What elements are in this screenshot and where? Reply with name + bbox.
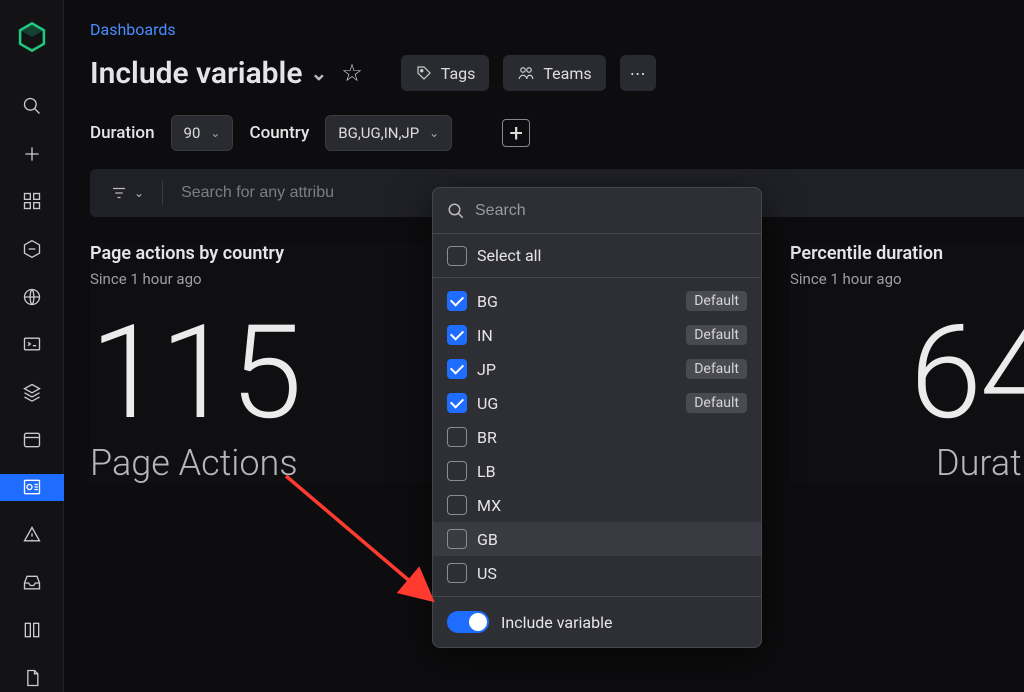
country-option-US[interactable]: US	[433, 556, 761, 590]
default-badge: Default	[686, 291, 747, 311]
country-checkbox[interactable]	[447, 393, 467, 413]
nav-docs[interactable]	[0, 664, 64, 692]
country-option-LB[interactable]: LB	[433, 454, 761, 488]
country-option-MX[interactable]: MX	[433, 488, 761, 522]
nav-window[interactable]	[0, 426, 64, 454]
dashboard-title[interactable]: Include variable ⌄	[90, 56, 327, 91]
country-code-label: MX	[477, 496, 501, 515]
country-code-label: BG	[477, 292, 498, 311]
nav-browser[interactable]	[0, 283, 64, 311]
favorite-star-icon[interactable]: ☆	[341, 59, 363, 87]
country-checkbox[interactable]	[447, 563, 467, 583]
dropdown-search-input[interactable]	[475, 202, 747, 220]
country-option-BG[interactable]: BG Default	[433, 284, 761, 318]
country-select[interactable]: BG,UG,IN,JP ⌄	[325, 115, 452, 151]
breadcrumb-dashboards[interactable]: Dashboards	[90, 20, 1024, 39]
select-all-row[interactable]: Select all	[433, 234, 761, 278]
search-icon	[447, 202, 465, 220]
country-checkbox[interactable]	[447, 359, 467, 379]
nav-apps[interactable]	[0, 187, 64, 215]
plus-icon: +	[509, 119, 523, 147]
country-label: Country	[249, 123, 309, 143]
country-code-label: US	[477, 564, 497, 583]
country-checkbox[interactable]	[447, 461, 467, 481]
funnel-icon	[110, 184, 128, 202]
country-option-GB[interactable]: GB	[433, 522, 761, 556]
widget-card: Percentile duration Since 1 hour ago 64 …	[790, 243, 1024, 484]
nav-add[interactable]	[0, 140, 64, 168]
country-code-label: BR	[477, 428, 497, 447]
widget-title: Percentile duration	[790, 243, 1024, 264]
country-code-label: LB	[477, 462, 496, 481]
add-variable-button[interactable]: +	[502, 119, 530, 147]
more-menu-button[interactable]: ⋯	[620, 55, 656, 91]
teams-label: Teams	[543, 64, 591, 83]
duration-label: Duration	[90, 123, 155, 143]
default-badge: Default	[686, 325, 747, 345]
country-option-IN[interactable]: IN Default	[433, 318, 761, 352]
country-option-JP[interactable]: JP Default	[433, 352, 761, 386]
country-option-UG[interactable]: UG Default	[433, 386, 761, 420]
country-option-BR[interactable]: BR	[433, 420, 761, 454]
default-badge: Default	[686, 359, 747, 379]
dashboard-title-text: Include variable	[90, 56, 303, 91]
select-all-checkbox[interactable]	[447, 246, 467, 266]
country-checkbox[interactable]	[447, 529, 467, 549]
include-variable-label: Include variable	[501, 613, 612, 632]
country-dropdown-panel: Select all BGDefaultINDefaultJPDefaultUG…	[432, 187, 762, 648]
nav-layers[interactable]	[0, 378, 64, 406]
duration-value: 90	[184, 124, 201, 142]
tags-label: Tags	[441, 64, 476, 83]
chevron-down-icon: ⌄	[134, 186, 144, 200]
app-logo	[15, 20, 49, 54]
nav-entity[interactable]	[0, 235, 64, 263]
country-code-label: IN	[477, 326, 493, 345]
country-code-label: JP	[477, 360, 496, 379]
nav-search[interactable]	[0, 92, 64, 120]
nav-library[interactable]	[0, 617, 64, 645]
nav-inbox[interactable]	[0, 569, 64, 597]
country-code-label: UG	[477, 394, 498, 413]
chevron-down-icon: ⌄	[429, 126, 439, 140]
country-value: BG,UG,IN,JP	[338, 124, 419, 142]
default-badge: Default	[686, 393, 747, 413]
left-nav-rail	[0, 0, 64, 692]
include-variable-toggle[interactable]	[447, 611, 489, 633]
country-code-label: GB	[477, 530, 498, 549]
country-checkbox[interactable]	[447, 325, 467, 345]
tag-icon	[415, 64, 433, 82]
widget-label: Duratio	[790, 442, 1024, 484]
tags-button[interactable]: Tags	[401, 55, 490, 91]
country-checkbox[interactable]	[447, 495, 467, 515]
more-icon: ⋯	[630, 64, 646, 83]
nav-alerts[interactable]	[0, 521, 64, 549]
duration-select[interactable]: 90 ⌄	[171, 115, 234, 151]
widget-subtitle: Since 1 hour ago	[790, 270, 1024, 288]
select-all-label: Select all	[477, 246, 541, 265]
widget-value: 64	[790, 308, 1024, 438]
teams-button[interactable]: Teams	[503, 55, 605, 91]
chevron-down-icon: ⌄	[210, 126, 220, 140]
country-checkbox[interactable]	[447, 291, 467, 311]
teams-icon	[517, 64, 535, 82]
title-chevron-icon: ⌄	[311, 61, 328, 85]
country-checkbox[interactable]	[447, 427, 467, 447]
filter-funnel-button[interactable]: ⌄	[110, 184, 144, 202]
nav-dashboards[interactable]	[0, 474, 64, 502]
nav-terminal[interactable]	[0, 330, 64, 358]
